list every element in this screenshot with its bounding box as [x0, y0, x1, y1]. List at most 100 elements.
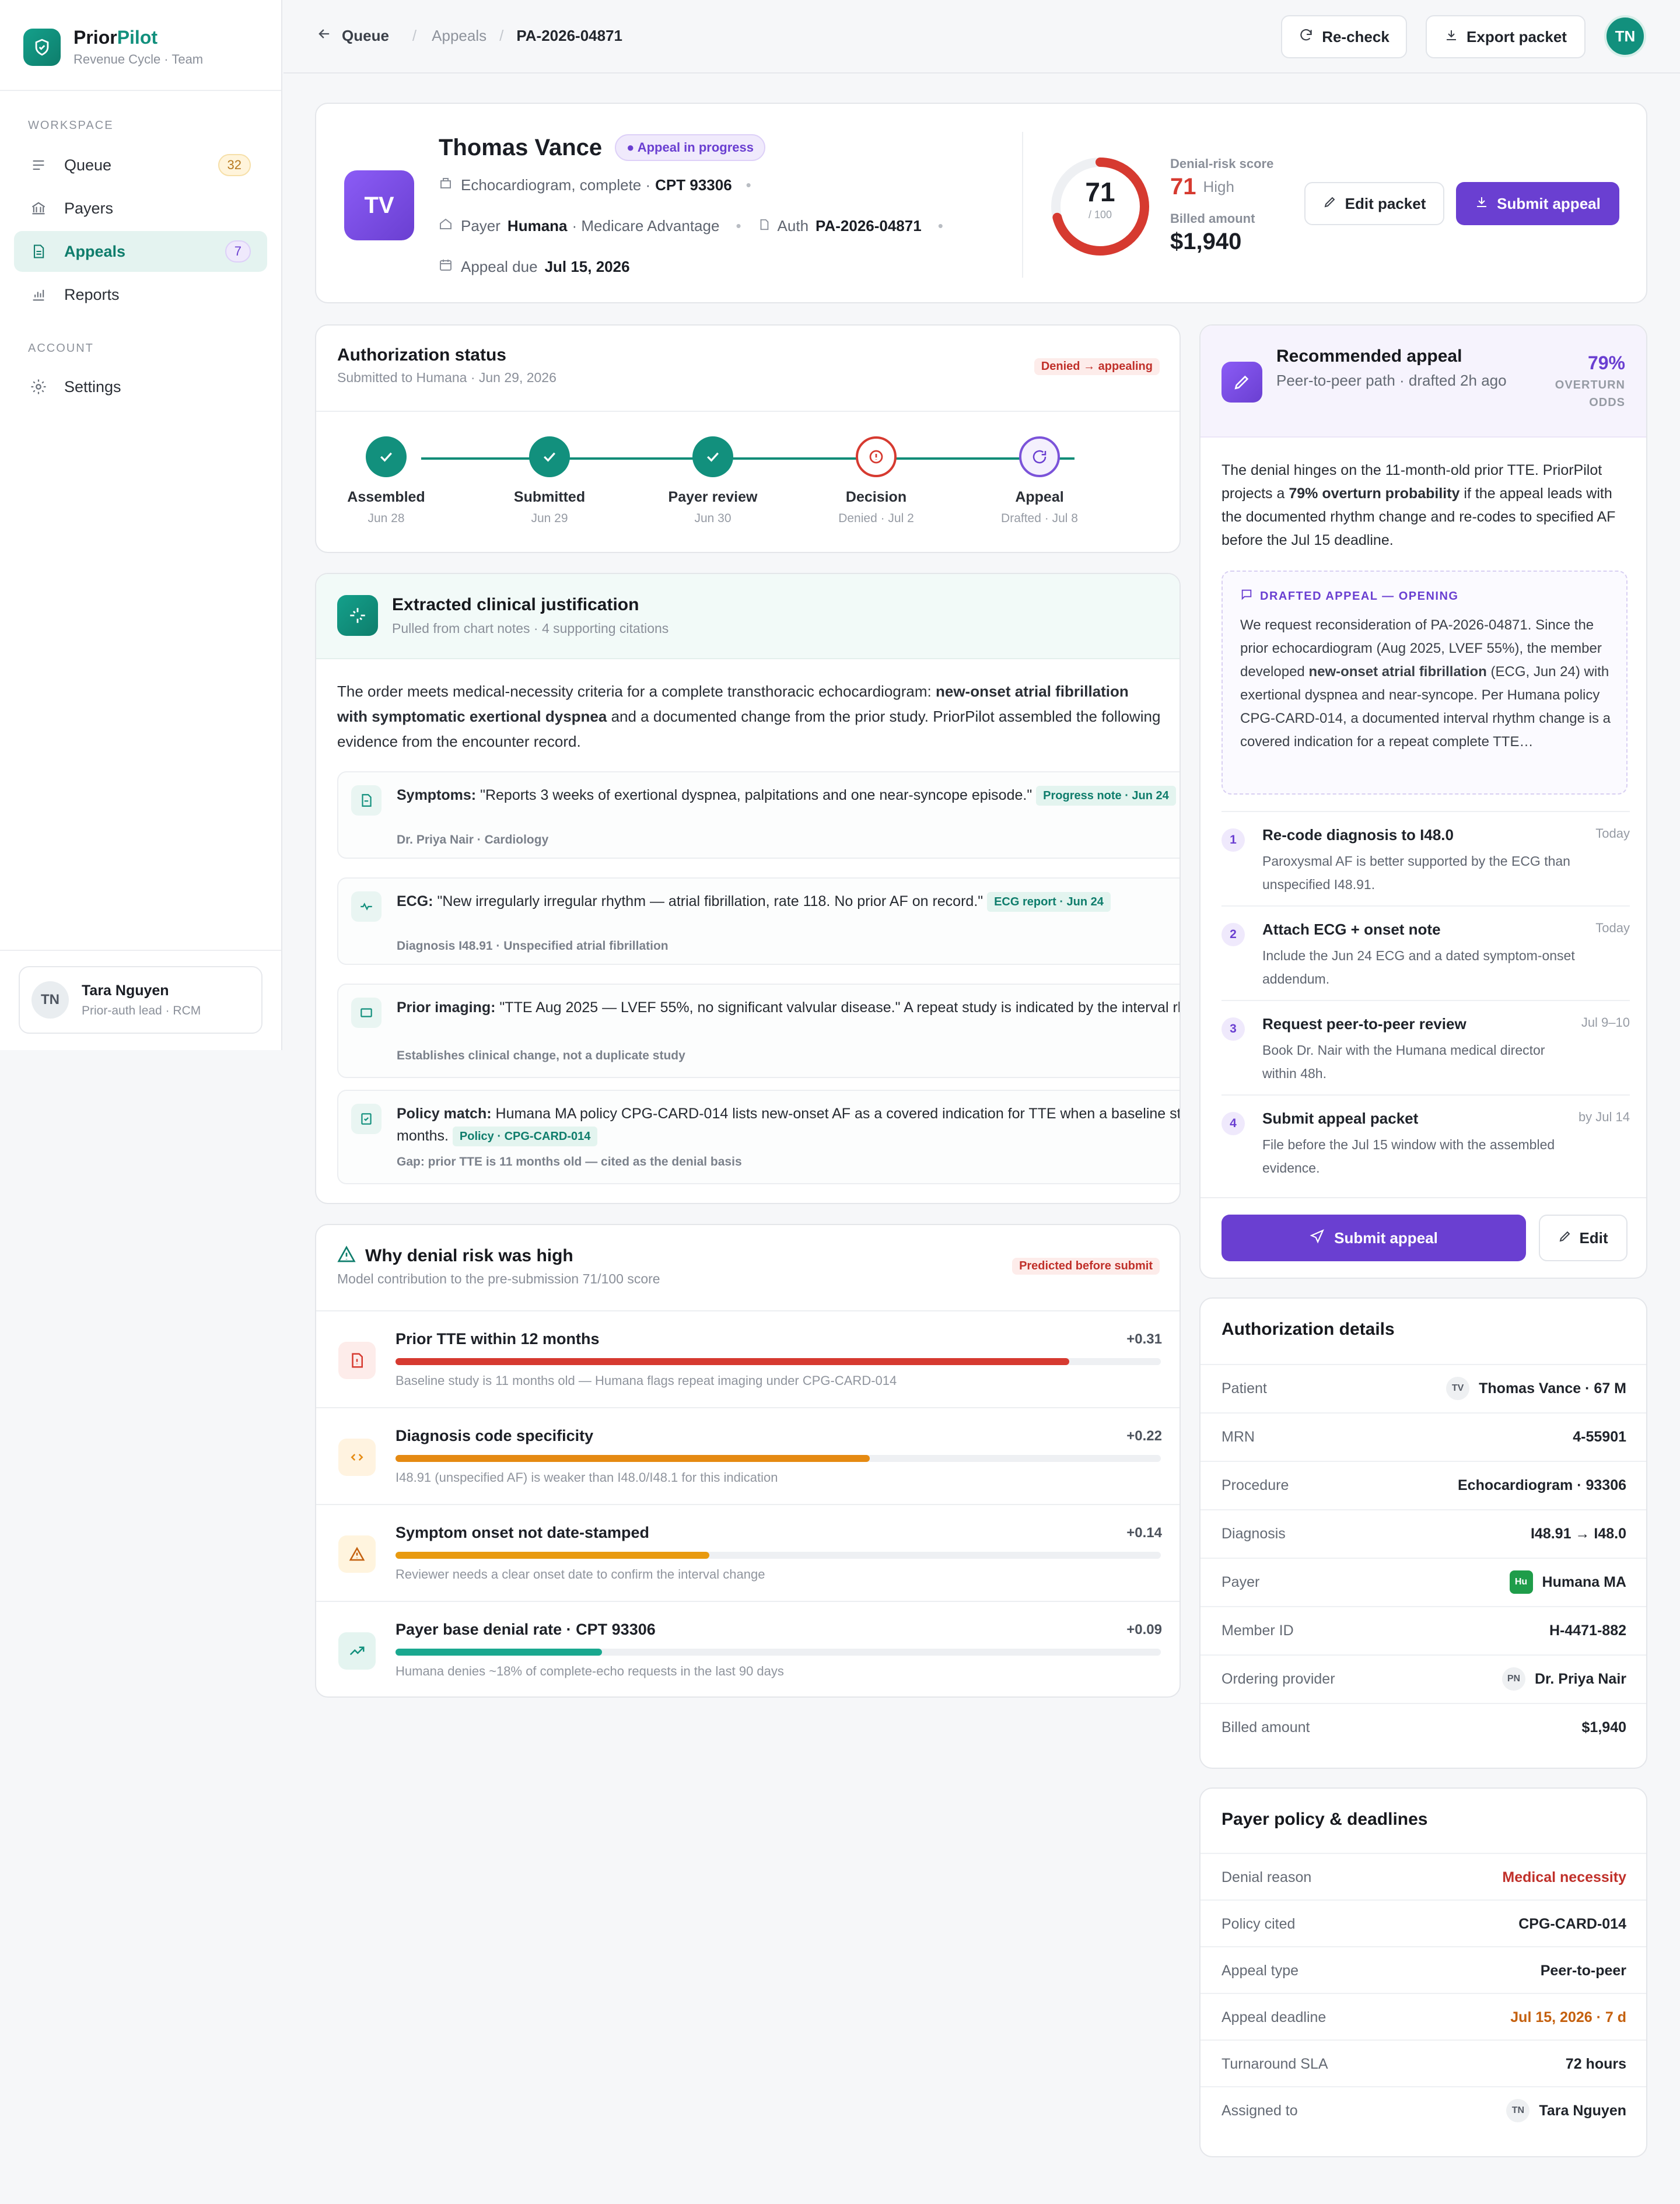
risk-factor-value: +0.14	[1126, 1525, 1162, 1541]
patient-name: Thomas Vance	[439, 134, 603, 160]
action-when: Jul 9–10	[1581, 1015, 1630, 1030]
action-title: Submit appeal packet	[1262, 1110, 1419, 1127]
detail-key: Appeal deadline	[1222, 2009, 1326, 2025]
detail-row: Denial reason Medical necessity	[1200, 1853, 1646, 1901]
submit-appeal-button[interactable]: Submit appeal	[1456, 182, 1619, 225]
checklist-icon	[351, 1104, 382, 1134]
risk-factor-row[interactable]: Symptom onset not date-stamped +0.14 Revie…	[316, 1504, 1180, 1601]
action-desc: File before the Jul 15 window with the a…	[1262, 1137, 1555, 1176]
payer-line: Payer Humana · Medicare Advantage • Auth…	[439, 217, 943, 235]
status-step: Submitted Jun 29	[480, 436, 620, 526]
export-packet-button[interactable]: Export packet	[1426, 15, 1586, 58]
back-arrow-icon[interactable]	[316, 26, 332, 46]
user-name: Tara Nguyen	[82, 982, 169, 999]
risk-label: Denial-risk score	[1170, 156, 1274, 171]
initials-chip: PN	[1502, 1667, 1525, 1691]
bar-chart-icon	[28, 284, 49, 305]
pencil-icon	[1558, 1229, 1572, 1247]
evidence-text: ECG: "New irregularly irregular rhythm —…	[397, 890, 1180, 912]
sidebar-item-queue[interactable]: Queue 32	[14, 145, 267, 186]
evidence-item[interactable]: Symptoms: "Reports 3 weeks of exertional…	[337, 771, 1180, 859]
list-icon	[28, 155, 49, 176]
user-card[interactable]: TN Tara Nguyen Prior-auth lead · RCM	[19, 966, 262, 1034]
action-step[interactable]: 2 Attach ECG + onset note Include the Jun …	[1222, 905, 1630, 1000]
warning-icon	[337, 1245, 356, 1267]
step-number: 2	[1222, 923, 1245, 946]
evidence-text: Policy match: Humana MA policy CPG-CARD-…	[397, 1103, 1180, 1147]
action-step[interactable]: 3 Request peer-to-peer review Book Dr. Nai…	[1222, 1000, 1630, 1094]
check-icon	[529, 436, 570, 477]
action-desc: Paroxysmal AF is better supported by the…	[1262, 853, 1570, 892]
warning-icon	[338, 1535, 376, 1573]
detail-value: Peer-to-peer	[1541, 1962, 1626, 1979]
status-step: Assembled Jun 28	[316, 436, 456, 526]
risk-factor-row[interactable]: Diagnosis code specificity +0.22 I48.91 (u…	[316, 1407, 1180, 1504]
risk-factor-row[interactable]: Payer base denial rate · CPT 93306 +0.09 H…	[316, 1601, 1180, 1696]
status-step: Appeal Drafted · Jul 8	[970, 436, 1110, 526]
sidebar-item-payers[interactable]: Payers	[14, 188, 267, 229]
document-icon	[28, 241, 49, 262]
overturn-odds-label: OVERTURN ODDS	[1555, 379, 1625, 409]
account-avatar[interactable]: TN	[1604, 15, 1646, 57]
detail-value: 4-55901	[1573, 1429, 1626, 1446]
risk-bar-fill	[396, 1649, 603, 1656]
card-title: Why denial risk was high	[365, 1246, 573, 1265]
risk-factor-value: +0.22	[1126, 1428, 1162, 1444]
authorization-details-card: Authorization details Patient TV Thomas Va…	[1199, 1297, 1647, 1769]
sidebar-item-appeals[interactable]: Appeals 7	[14, 231, 267, 272]
risk-level: High	[1203, 178, 1234, 195]
crumb-appeals[interactable]: Appeals	[432, 27, 487, 45]
brand-name: PriorPilot	[74, 27, 158, 48]
action-when: Today	[1595, 826, 1630, 841]
step-number: 4	[1222, 1112, 1245, 1135]
risk-factor-title: Symptom onset not date-stamped	[396, 1524, 650, 1541]
detail-row: Turnaround SLA 72 hours	[1200, 2039, 1646, 2087]
detail-value-text: I48.91 → I48.0	[1530, 1525, 1626, 1542]
appeals-count-badge: 7	[225, 240, 251, 263]
status-step: Decision Denied · Jul 2	[806, 436, 946, 526]
submit-appeal-button-2[interactable]: Submit appeal	[1222, 1215, 1526, 1261]
sidebar-item-label: Appeals	[64, 242, 126, 260]
detail-key: Member ID	[1222, 1622, 1294, 1639]
evidence-item[interactable]: Prior imaging: "TTE Aug 2025 — LVEF 55%,…	[337, 984, 1180, 1078]
gear-icon	[28, 376, 49, 397]
detail-value-text: Jul 15, 2026 · 7 d	[1510, 2009, 1626, 2025]
patient-avatar: TV	[344, 170, 414, 240]
initials-chip: TV	[1446, 1377, 1470, 1400]
recheck-button[interactable]: Re-check	[1281, 15, 1407, 58]
sidebar-item-label: Reports	[64, 285, 120, 303]
detail-key: Ordering provider	[1222, 1670, 1335, 1687]
card-title: Recommended appeal	[1276, 347, 1462, 366]
risk-contribution-bar	[396, 1649, 1161, 1656]
topbar: Queue / Appeals / PA-2026-04871 Re-check…	[284, 0, 1680, 74]
card-subtitle: Model contribution to the pre-submission…	[337, 1271, 660, 1286]
edit-button[interactable]: Edit	[1539, 1215, 1628, 1261]
evidence-item[interactable]: Policy match: Humana MA policy CPG-CARD-…	[337, 1090, 1180, 1184]
action-step[interactable]: 1 Re-code diagnosis to I48.0 Paroxysmal AF…	[1222, 811, 1630, 905]
detail-key: MRN	[1222, 1428, 1255, 1445]
edit-packet-button[interactable]: Edit packet	[1304, 182, 1444, 225]
evidence-meta: Dr. Priya Nair · Cardiology	[397, 833, 549, 846]
sidebar-item-label: Payers	[64, 199, 114, 217]
detail-row: Policy cited CPG-CARD-014	[1200, 1899, 1646, 1947]
risk-score-big: 71	[1170, 174, 1196, 200]
back-to-queue-link[interactable]: Queue	[342, 27, 389, 45]
risk-score-value: 71	[1085, 177, 1115, 207]
sidebar-item-settings[interactable]: Settings	[14, 366, 267, 407]
evidence-item[interactable]: ECG: "New irregularly irregular rhythm —…	[337, 877, 1180, 965]
step-date: Denied · Jul 2	[838, 512, 914, 525]
detail-value: PN Dr. Priya Nair	[1502, 1667, 1626, 1691]
sidebar-item-reports[interactable]: Reports	[14, 274, 267, 315]
action-desc: Include the Jun 24 ECG and a dated sympt…	[1262, 948, 1575, 986]
source-tag: Progress note · Jun 24	[1036, 786, 1176, 806]
authorization-status-card: Authorization status Submitted to Humana…	[315, 324, 1181, 553]
risk-factor-title: Prior TTE within 12 months	[396, 1330, 600, 1348]
step-number: 3	[1222, 1017, 1245, 1041]
detail-row: Patient TV Thomas Vance · 67 M	[1200, 1364, 1646, 1412]
detail-row: Procedure Echocardiogram · 93306	[1200, 1461, 1646, 1509]
drafted-appeal-box[interactable]: DRAFTED APPEAL — OPENING We request reco…	[1222, 571, 1628, 795]
overturn-odds: 79%	[1587, 352, 1625, 373]
action-step[interactable]: 4 Submit appeal packet File before the Jul…	[1222, 1094, 1630, 1189]
risk-factor-row[interactable]: Prior TTE within 12 months +0.31 Baseline …	[316, 1310, 1180, 1407]
sidebar: PriorPilot Revenue Cycle · Team WORKSPAC…	[0, 0, 282, 1050]
